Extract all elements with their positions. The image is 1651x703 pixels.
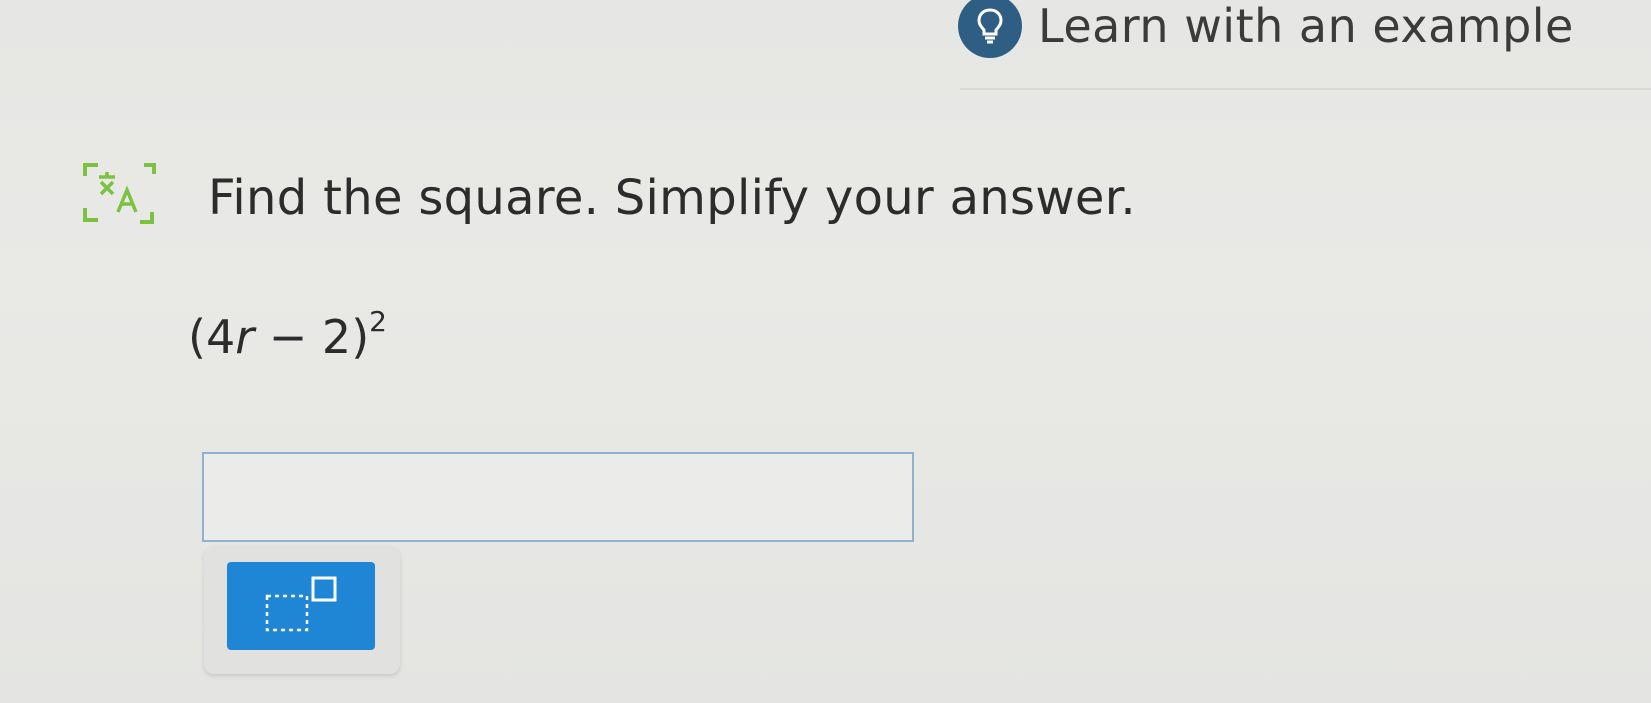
expression-open: (4 [188,310,236,364]
learn-with-example-link[interactable]: Learn with an example [958,0,1574,58]
exponent-template-button[interactable] [227,562,375,650]
exponent-template-icon [265,576,337,632]
learn-with-example-label: Learn with an example [1038,0,1574,53]
header-divider [960,88,1651,90]
lightbulb-badge [958,0,1022,58]
question-prompt: Find the square. Simplify your answer. [208,170,1136,226]
lightbulb-icon [977,8,1003,44]
answer-input[interactable] [202,452,914,542]
translate-icon[interactable] [82,160,168,226]
expression-rest: − 2) [254,310,370,364]
math-expression: (4r − 2)2 [188,305,387,364]
expression-exponent: 2 [369,304,387,338]
expression-variable: r [235,310,255,364]
